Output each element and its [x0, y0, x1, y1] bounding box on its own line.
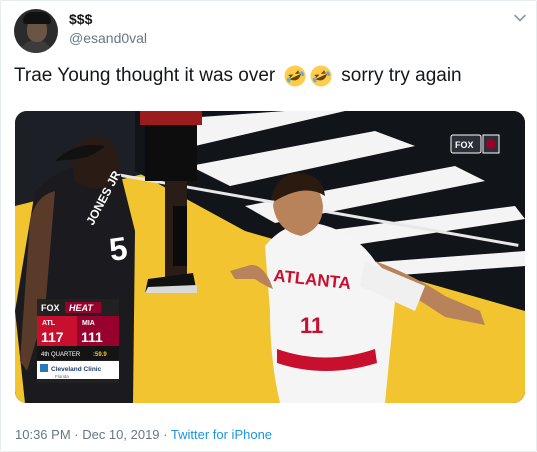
scoreboard: FOX HEAT ATL MIA 117 111 4th QUARTER :59… [37, 299, 119, 383]
rolling-on-floor-laughing-icon [310, 65, 332, 87]
rolling-on-floor-laughing-icon [284, 65, 306, 87]
game-quarter: 4th QUARTER [41, 352, 81, 358]
chevron-down-icon[interactable] [513, 11, 527, 25]
tweet-text: Trae Young thought it was over sorry try… [14, 64, 462, 88]
network-logo-icon: FOX [450, 134, 500, 154]
tweet-text-main: Trae Young thought it was over [14, 65, 276, 86]
user-handle[interactable]: @esand0val [69, 30, 147, 46]
tweet-card: $$$ @esand0val Trae Young thought it was… [0, 0, 537, 452]
tweet-text-tail: sorry try again [341, 65, 462, 86]
tweet-meta: 10:36 PM · Dec 10, 2019 · Twitter for iP… [15, 427, 272, 442]
scorebug-brand: HEAT [69, 303, 94, 313]
game-clock: :59.9 [93, 352, 107, 358]
basketball-photo: JONES JR 5 ATLANTA 11 FOX FOX HEAT ATL M… [15, 111, 525, 403]
tweet-media-image[interactable]: JONES JR 5 ATLANTA 11 FOX FOX HEAT ATL M… [15, 111, 525, 403]
home-score: 111 [81, 329, 103, 345]
display-name[interactable]: $$$ [69, 11, 92, 27]
away-team: ATL [42, 320, 56, 327]
right-jersey-number: 11 [300, 313, 323, 338]
scorebug-network: FOX [41, 303, 60, 313]
tweet-source-link[interactable]: Twitter for iPhone [171, 427, 272, 442]
svg-text:FOX: FOX [455, 140, 474, 150]
home-team: MIA [82, 320, 95, 327]
away-score: 117 [41, 329, 64, 345]
timestamp[interactable]: 10:36 PM · Dec 10, 2019 · [15, 427, 167, 442]
sponsor-sub: Florida [55, 374, 69, 379]
sponsor-name: Cleveland Clinic [51, 366, 102, 373]
avatar[interactable] [14, 9, 58, 53]
